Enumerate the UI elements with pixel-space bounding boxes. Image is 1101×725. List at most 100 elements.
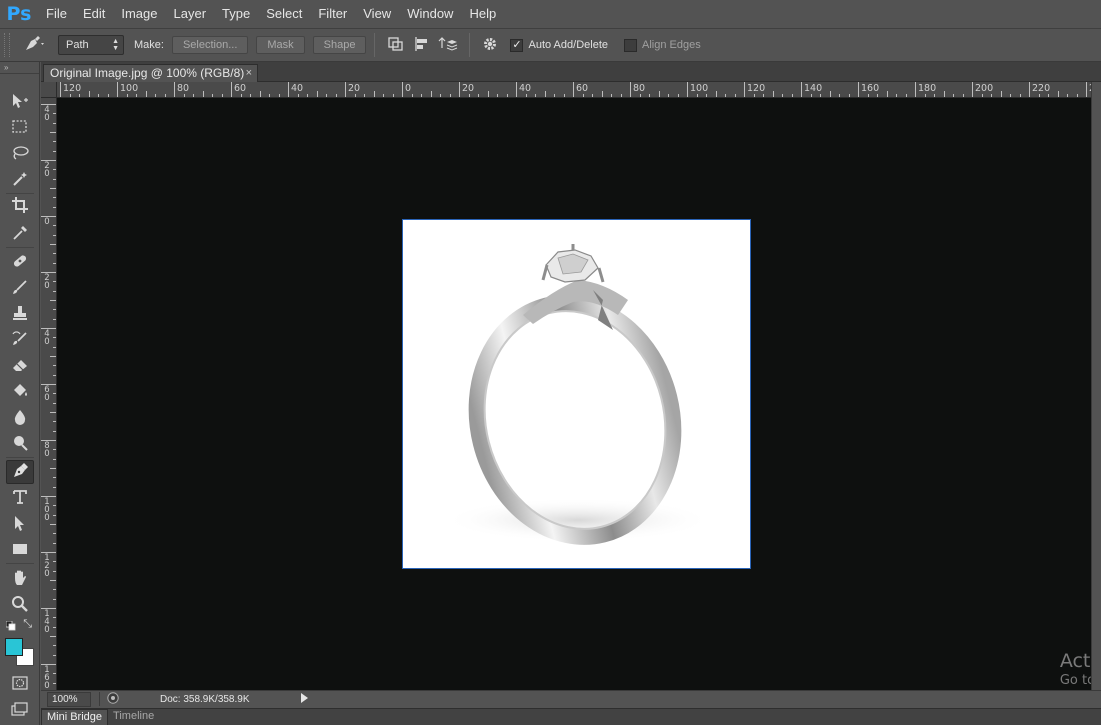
ruler-v-tick [53, 673, 56, 675]
tab-timeline[interactable]: Timeline [108, 709, 159, 725]
document-size-info: Doc: 358.9K/358.9K [160, 693, 250, 705]
ruler-h-tick [392, 94, 394, 97]
magic-wand-tool[interactable] [6, 168, 34, 192]
tools-panel-collapse[interactable]: » [0, 62, 39, 74]
marquee-tool[interactable] [6, 116, 34, 140]
make-selection-button[interactable]: Selection... [171, 36, 249, 54]
ruler-h-tick [497, 94, 498, 97]
ruler-v-tick [50, 412, 56, 413]
ruler-h-tick [734, 94, 736, 97]
history-brush-icon [11, 330, 29, 351]
auto-add-delete-checkbox[interactable]: ✓ [510, 38, 524, 52]
ruler-v-tick [53, 421, 56, 423]
crop-tool[interactable] [6, 194, 34, 218]
path-selection-tool[interactable] [6, 512, 34, 536]
ruler-origin[interactable] [41, 82, 57, 98]
menu-file[interactable]: File [38, 0, 75, 28]
rectangle-icon [11, 540, 29, 561]
color-swap-controls[interactable]: ⤡ [5, 618, 34, 632]
close-tab-icon[interactable]: × [246, 65, 252, 81]
document-image[interactable] [402, 219, 751, 569]
ruler-h-tick [383, 94, 384, 97]
ruler-h-tick [411, 94, 413, 97]
vertical-scrollbar[interactable] [1091, 82, 1101, 690]
ruler-h-tick [183, 94, 185, 97]
path-operations-button[interactable] [383, 33, 409, 57]
eyedropper-tool[interactable] [6, 222, 34, 246]
dodge-tool[interactable] [6, 432, 34, 456]
ruler-v-tick [50, 300, 56, 301]
menu-edit[interactable]: Edit [75, 0, 113, 28]
ruler-h-label: 60 [234, 83, 247, 94]
pen-tool[interactable] [6, 460, 34, 484]
ruler-h-tick [316, 91, 318, 97]
make-shape-button[interactable]: Shape [312, 36, 367, 54]
ruler-h-tick [611, 94, 612, 97]
pen-mode-value: Path [66, 39, 89, 51]
status-menu-button[interactable] [298, 692, 310, 706]
tools-divider [6, 563, 34, 564]
zoom-level-field[interactable]: 100% [47, 691, 91, 707]
move-tool[interactable] [6, 90, 34, 114]
ruler-v-tick [53, 561, 56, 563]
tab-mini-bridge[interactable]: Mini Bridge [41, 709, 109, 725]
geometry-options-button[interactable] [478, 33, 504, 57]
foreground-color-swatch[interactable] [5, 638, 23, 656]
zoom-tool[interactable] [6, 593, 34, 617]
ruler-h-tick [335, 94, 337, 97]
menu-view[interactable]: View [355, 0, 399, 28]
pen-mode-select[interactable]: Path ▲ ▼ [58, 35, 124, 55]
menu-help[interactable]: Help [461, 0, 504, 28]
ruler-h-label: 20 [462, 83, 475, 94]
status-divider [99, 692, 100, 706]
pen-icon [11, 462, 29, 483]
menu-image[interactable]: Image [113, 0, 165, 28]
proof-setup-button[interactable] [106, 691, 120, 706]
document-tab[interactable]: Original Image.jpg @ 100% (RGB/8) × [43, 64, 258, 82]
horizontal-ruler[interactable]: 120 100 80 60 40 20 0 20 40 60 80 100 120 140 160 180 20… [57, 82, 1097, 98]
ruler-v-label: 40 [44, 105, 50, 123]
ruler-v-tick [41, 440, 56, 441]
ruler-h-tick [630, 82, 631, 97]
path-arrangement-button[interactable] [435, 33, 461, 57]
make-mask-button[interactable]: Mask [256, 36, 305, 54]
clone-stamp-tool[interactable] [6, 302, 34, 326]
path-alignment-button[interactable] [409, 33, 435, 57]
tool-preset-picker[interactable] [16, 32, 52, 58]
menu-layer[interactable]: Layer [166, 0, 215, 28]
vertical-ruler[interactable]: 40 20 0 20 40 60 80 100 120 140 160 [41, 98, 57, 690]
ruler-v-label: 0 [44, 217, 50, 227]
menu-window[interactable]: Window [399, 0, 461, 28]
ruler-h-tick [1067, 94, 1068, 97]
brush-tool[interactable] [6, 276, 34, 300]
path-operations-icon [387, 36, 405, 55]
ruler-h-tick [915, 82, 916, 97]
rectangle-tool[interactable] [6, 538, 34, 562]
ruler-h-tick [658, 91, 660, 97]
eraser-tool[interactable] [6, 354, 34, 378]
ruler-h-tick [326, 94, 327, 97]
blur-tool[interactable] [6, 406, 34, 430]
hand-tool[interactable] [6, 567, 34, 591]
menu-select[interactable]: Select [258, 0, 310, 28]
lasso-tool[interactable] [6, 142, 34, 166]
ruler-v-tick [53, 253, 56, 255]
ruler-h-tick [164, 94, 166, 97]
screen-mode-button[interactable] [6, 698, 34, 722]
ruler-v-tick [53, 337, 56, 339]
options-bar-grip[interactable] [4, 33, 10, 57]
ruler-v-tick [41, 104, 56, 105]
type-tool[interactable] [6, 486, 34, 510]
healing-brush-tool[interactable] [6, 250, 34, 274]
dodge-icon [11, 434, 29, 455]
canvas-area[interactable]: Activ Go to P [57, 98, 1097, 690]
align-edges-checkbox[interactable] [624, 38, 637, 52]
history-brush-tool[interactable] [6, 328, 34, 352]
paint-bucket-tool[interactable] [6, 380, 34, 404]
menu-type[interactable]: Type [214, 0, 258, 28]
ruler-h-label: 40 [291, 83, 304, 94]
quick-mask-button[interactable] [6, 672, 34, 696]
menu-filter[interactable]: Filter [310, 0, 355, 28]
ruler-v-tick [50, 356, 56, 357]
ruler-h-tick [896, 94, 897, 97]
